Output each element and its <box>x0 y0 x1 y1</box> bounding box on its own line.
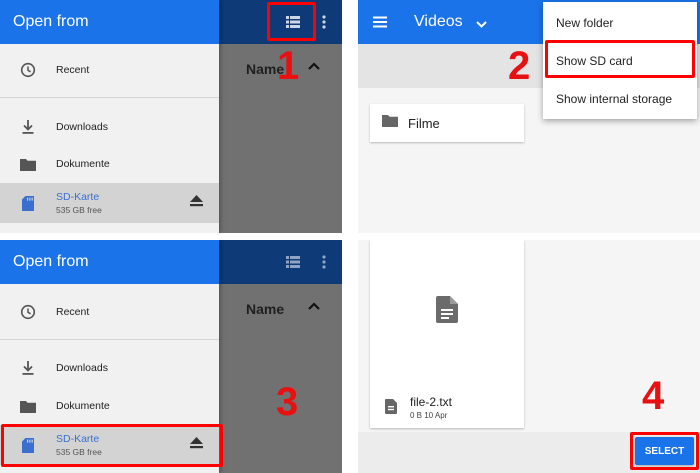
document-icon <box>436 296 458 328</box>
folder-icon <box>0 158 56 171</box>
sd-card-free-space: 535 GB free <box>56 205 102 215</box>
sd-card-label: SD-Karte <box>56 191 100 203</box>
screen-step-4: file-2.txt 0 B 10 Apr SELECT 4 <box>358 240 700 473</box>
file-item[interactable]: file-2.txt 0 B 10 Apr <box>370 240 524 428</box>
eject-icon[interactable] <box>190 194 203 212</box>
screen-step-2: Videos Filme New folder Show SD card Sho… <box>358 0 700 233</box>
menu-item-new-folder[interactable]: New folder <box>543 4 697 42</box>
highlight-box <box>267 2 316 41</box>
step-number: 4 <box>642 374 665 418</box>
chevron-up-icon[interactable] <box>306 298 322 319</box>
chevron-down-icon[interactable] <box>476 16 487 34</box>
drawer-item-dokumente[interactable]: Dokumente <box>0 391 219 421</box>
chevron-up-icon[interactable] <box>306 58 322 79</box>
step-number: 3 <box>276 380 299 424</box>
screen-step-1: Name Open from Recent Downloads Dokument… <box>0 0 342 233</box>
more-vert-icon[interactable] <box>316 240 332 284</box>
drawer-title: Open from <box>13 253 89 270</box>
drawer-divider <box>0 339 219 340</box>
drawer-title: Open from <box>13 13 89 30</box>
folder-item-filme[interactable]: Filme <box>370 104 524 142</box>
menu-icon[interactable] <box>373 15 387 33</box>
file-meta: 0 B 10 Apr <box>410 411 448 420</box>
clock-icon <box>0 304 56 320</box>
file-name: file-2.txt <box>410 395 453 409</box>
text-file-icon <box>385 399 397 419</box>
navigation-drawer: Open from Recent Downloads Dokumente SD-… <box>0 0 219 233</box>
drawer-item-label: Dokumente <box>56 158 110 170</box>
sd-card-icon <box>0 195 56 211</box>
highlight-box <box>1 424 223 467</box>
download-icon <box>0 119 56 135</box>
highlight-box <box>545 40 695 78</box>
drawer-item-label: Downloads <box>56 362 108 374</box>
drawer-item-label: Dokumente <box>56 400 110 412</box>
step-number: 2 <box>508 44 531 88</box>
drawer-item-sd-karte[interactable]: SD-Karte 535 GB free <box>0 183 219 223</box>
menu-item-show-internal-storage[interactable]: Show internal storage <box>543 80 697 118</box>
drawer-item-downloads[interactable]: Downloads <box>0 353 219 383</box>
drawer-divider <box>0 97 219 98</box>
drawer-item-downloads[interactable]: Downloads <box>0 112 219 142</box>
list-view-icon[interactable] <box>280 240 306 284</box>
folder-icon <box>0 400 56 413</box>
step-number: 1 <box>277 44 300 88</box>
drawer-item-dokumente[interactable]: Dokumente <box>0 149 219 179</box>
sd-card-text: SD-Karte 535 GB free <box>56 191 102 215</box>
clock-icon <box>0 62 56 78</box>
drawer-item-label: Recent <box>56 64 90 76</box>
highlight-box <box>630 432 699 470</box>
sort-name-label[interactable]: Name <box>246 301 284 317</box>
screen-step-3: Name Open from Recent Downloads Dokument… <box>0 240 342 473</box>
drawer-item-label: Downloads <box>56 121 108 133</box>
location-title[interactable]: Videos <box>414 13 463 31</box>
drawer-header: Open from <box>0 0 219 44</box>
drawer-header: Open from <box>0 240 219 284</box>
drawer-item-recent[interactable]: Recent <box>0 297 219 327</box>
drawer-item-recent[interactable]: Recent <box>0 55 219 85</box>
drawer-item-label: Recent <box>56 306 90 318</box>
download-icon <box>0 360 56 376</box>
more-vert-icon[interactable] <box>316 0 332 44</box>
folder-icon <box>382 114 398 132</box>
folder-name: Filme <box>408 115 440 131</box>
